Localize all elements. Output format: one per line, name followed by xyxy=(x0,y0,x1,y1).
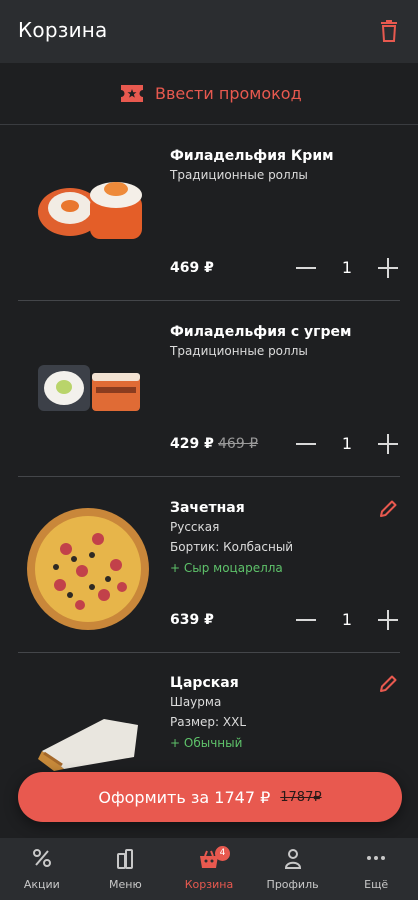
cart-item: Зачетная Русская Бортик: Колбасный + Сыр… xyxy=(0,477,418,653)
promo-code-label: Ввести промокод xyxy=(155,84,302,103)
item-old-price: 469 ₽ xyxy=(218,436,259,452)
checkout-old-total: 1787₽ xyxy=(280,789,322,805)
tab-promotions[interactable]: Акции xyxy=(0,838,84,900)
tab-label: Профиль xyxy=(266,878,319,891)
header-bar: Корзина xyxy=(0,0,418,63)
plus-icon[interactable] xyxy=(378,258,398,278)
checkout-label: Оформить за 1747 ₽ xyxy=(98,787,271,807)
pencil-icon[interactable] xyxy=(378,674,398,694)
minus-icon[interactable] xyxy=(296,610,316,630)
item-name: Царская xyxy=(170,675,239,691)
ticket-icon xyxy=(121,85,143,102)
tab-cart[interactable]: Корзина xyxy=(167,838,251,900)
promo-code-button[interactable]: Ввести промокод xyxy=(0,63,418,125)
minus-icon[interactable] xyxy=(296,434,316,454)
item-name: Филадельфия с угрем xyxy=(170,324,352,340)
item-category: Традиционные роллы xyxy=(170,168,308,182)
percent-icon xyxy=(32,849,51,867)
roll-image xyxy=(38,365,140,411)
item-addon: + Сыр моцарелла xyxy=(170,561,283,575)
item-addon: + Обычный xyxy=(170,736,243,750)
tab-label: Меню xyxy=(109,878,142,891)
checkout-button[interactable]: Оформить за 1747 ₽ 1787₽ xyxy=(18,772,402,822)
pizza-image xyxy=(27,508,149,630)
item-category: Русская xyxy=(170,520,220,534)
item-name: Зачетная xyxy=(170,500,245,516)
cart-count-badge: 4 xyxy=(215,846,230,861)
trash-icon[interactable] xyxy=(380,20,398,42)
item-quantity: 1 xyxy=(341,434,353,453)
item-quantity: 1 xyxy=(341,610,353,629)
plus-icon[interactable] xyxy=(378,434,398,454)
item-name: Филадельфия Крим xyxy=(170,148,334,164)
tab-label: Ещё xyxy=(364,878,389,891)
item-price: 469 ₽ xyxy=(170,260,214,276)
shawarma-image xyxy=(38,719,138,771)
page-title: Корзина xyxy=(18,18,108,42)
item-quantity: 1 xyxy=(341,258,353,277)
pencil-icon[interactable] xyxy=(378,499,398,519)
tab-more[interactable]: Ещё xyxy=(334,838,418,900)
cart-item: Филадельфия Крим Традиционные роллы 469 … xyxy=(0,125,418,301)
item-detail: Размер: XXL xyxy=(170,715,247,729)
tab-label: Акции xyxy=(23,878,60,891)
plus-icon[interactable] xyxy=(378,610,398,630)
item-detail: Бортик: Колбасный xyxy=(170,540,294,554)
drinks-icon xyxy=(117,849,134,869)
cart-item: Филадельфия с угрем Традиционные роллы 4… xyxy=(0,301,418,477)
tab-menu[interactable]: Меню xyxy=(84,838,168,900)
item-category: Шаурма xyxy=(170,695,222,709)
minus-icon[interactable] xyxy=(296,258,316,278)
item-price: 639 ₽ xyxy=(170,612,214,628)
roll-image xyxy=(38,182,142,239)
more-icon xyxy=(367,856,386,860)
tab-label: Корзина xyxy=(184,878,234,891)
profile-icon xyxy=(284,849,301,869)
item-category: Традиционные роллы xyxy=(170,344,308,358)
bottom-tab-bar: Акции Меню Корзина Профиль Ещё xyxy=(0,838,418,900)
tab-profile[interactable]: Профиль xyxy=(251,838,335,900)
item-price: 429 ₽ xyxy=(170,436,214,452)
